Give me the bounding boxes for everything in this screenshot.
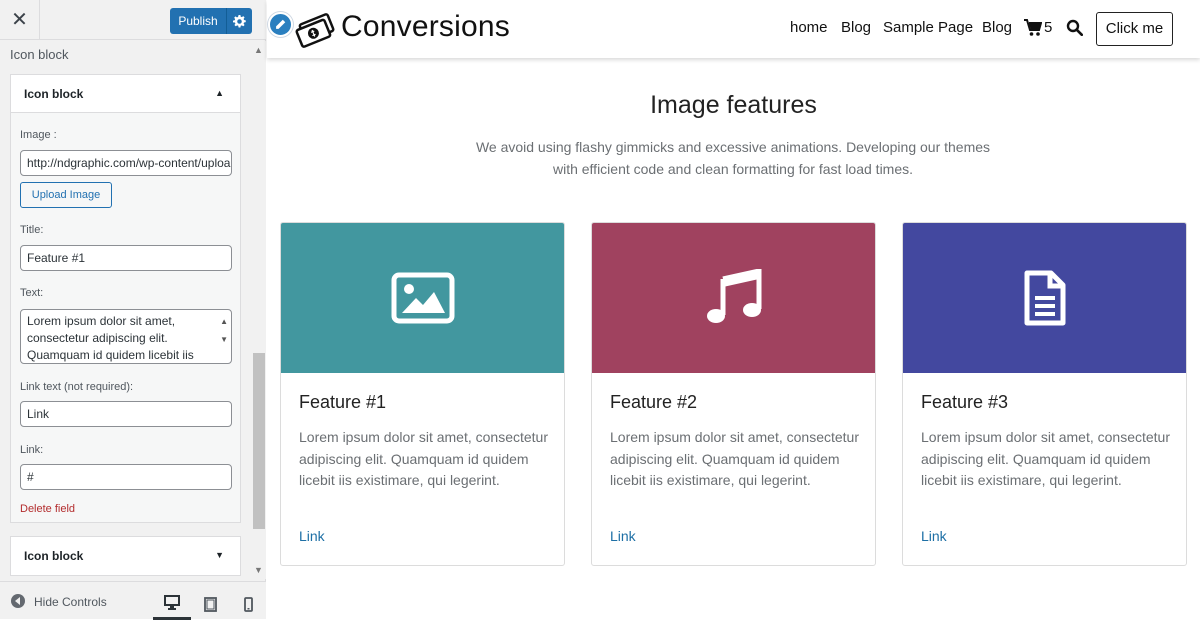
panel-body: Image : http://ndgraphic.com/wp-content/… <box>11 113 240 522</box>
scroll-down-icon[interactable]: ▼ <box>254 565 263 575</box>
document-icon <box>1024 270 1065 326</box>
textarea-line: consectetur adipiscing elit. <box>27 331 168 345</box>
feature-card-title: Feature #1 <box>299 392 387 412</box>
feature-card: Feature #1 Lorem ipsum dolor sit amet, c… <box>280 222 565 566</box>
preview-tablet-button[interactable] <box>191 588 229 620</box>
desktop-icon <box>164 595 180 610</box>
pencil-icon <box>276 19 286 29</box>
image-label: Image : <box>20 129 57 141</box>
section-title: Icon block <box>10 47 69 62</box>
arrow-up-icon: ▲ <box>215 88 224 98</box>
money-logo-icon <box>295 13 335 48</box>
feature-card: Feature #3 Lorem ipsum dolor sit amet, c… <box>902 222 1187 566</box>
cart-icon[interactable] <box>1024 19 1042 37</box>
nav-link-home[interactable]: home <box>790 19 828 36</box>
arrow-down-icon: ▼ <box>215 550 224 560</box>
music-icon <box>706 269 761 323</box>
text-textarea[interactable]: Lorem ipsum dolor sit amet, consectetur … <box>20 309 232 364</box>
close-icon: ✕ <box>11 9 28 31</box>
edit-shortcut-button[interactable] <box>268 12 293 37</box>
publish-button[interactable]: Publish <box>170 8 226 34</box>
nav-link-blog-2[interactable]: Blog <box>982 19 1012 36</box>
feature-card-title: Feature #3 <box>921 392 1009 412</box>
feature-card-link[interactable]: Link <box>299 528 325 544</box>
delete-field-link[interactable]: Delete field <box>20 503 75 515</box>
section-description: We avoid using flashy gimmicks and exces… <box>475 139 991 177</box>
title-label: Title: <box>20 224 44 236</box>
text-label: Text: <box>20 287 44 299</box>
feature-card-link[interactable]: Link <box>921 528 947 544</box>
hide-controls-icon[interactable] <box>11 594 25 608</box>
search-icon[interactable] <box>1066 19 1083 36</box>
preview-desktop-button[interactable] <box>153 588 191 620</box>
nav-link-sample-page[interactable]: Sample Page <box>883 19 973 36</box>
panel-header-label: Icon block <box>24 87 84 101</box>
mobile-icon <box>243 596 253 612</box>
panel-header[interactable]: Icon block ▲ <box>11 75 240 113</box>
upload-image-button[interactable]: Upload Image <box>20 182 112 208</box>
link-text-input[interactable]: Link <box>20 401 232 427</box>
textarea-scroll-icon[interactable]: ▲ ▼ <box>220 313 228 349</box>
scrollbar-thumb[interactable] <box>253 353 265 529</box>
preview-mobile-button[interactable] <box>229 588 267 620</box>
sidebar-scroll-area: Icon block Icon block ▲ Image : http://n… <box>0 41 266 579</box>
feature-card-text: Lorem ipsum dolor sit amet, consectetur … <box>299 429 548 488</box>
image-icon <box>391 272 454 324</box>
link-input[interactable]: # <box>20 464 232 490</box>
panel-header[interactable]: Icon block ▼ <box>11 537 240 575</box>
link-text-label: Link text (not required): <box>20 381 134 393</box>
icon-block-panel-collapsed[interactable]: Icon block ▼ <box>10 536 241 576</box>
image-url-input[interactable]: http://ndgraphic.com/wp-content/uploads <box>20 150 232 176</box>
panel-header-label: Icon block <box>24 549 84 563</box>
site-header: Conversions home Blog Sample Page Blog 5… <box>267 0 1200 58</box>
publish-settings-button[interactable] <box>226 8 252 34</box>
nav-link-blog[interactable]: Blog <box>841 19 871 36</box>
feature-card-image <box>592 223 875 373</box>
arrow-left-icon <box>15 597 20 605</box>
textarea-line: Quamquam id quidem licebit iis <box>27 348 194 362</box>
cart-count[interactable]: 5 <box>1044 19 1052 36</box>
link-label: Link: <box>20 444 44 456</box>
site-preview: Conversions home Blog Sample Page Blog 5… <box>267 0 1200 619</box>
title-input[interactable]: Feature #1 <box>20 245 232 271</box>
textarea-line: Lorem ipsum dolor sit amet, <box>27 314 176 328</box>
sidebar-scrollbar[interactable]: ▲ ▼ <box>252 41 266 579</box>
site-title[interactable]: Conversions <box>341 10 510 44</box>
customizer-sidebar: ✕ Publish Icon block Icon block ▲ Image … <box>0 0 267 620</box>
click-me-button[interactable]: Click me <box>1096 12 1173 46</box>
feature-card-title: Feature #2 <box>610 392 698 412</box>
feature-card-image <box>903 223 1186 373</box>
feature-card-text: Lorem ipsum dolor sit amet, consectetur … <box>610 429 859 488</box>
feature-card-link[interactable]: Link <box>610 528 636 544</box>
feature-card-text: Lorem ipsum dolor sit amet, consectetur … <box>921 429 1170 488</box>
icon-block-panel-expanded: Icon block ▲ Image : http://ndgraphic.co… <box>10 74 241 523</box>
tablet-icon <box>203 596 217 612</box>
sidebar-footer: Hide Controls <box>0 581 267 620</box>
hide-controls-button[interactable]: Hide Controls <box>34 595 107 609</box>
feature-card: Feature #2 Lorem ipsum dolor sit amet, c… <box>591 222 876 566</box>
sidebar-header: ✕ Publish <box>0 0 266 40</box>
feature-card-image <box>281 223 564 373</box>
close-button[interactable]: ✕ <box>0 0 40 40</box>
gear-icon <box>233 14 246 27</box>
section-heading: Image features <box>650 91 817 119</box>
scroll-up-icon[interactable]: ▲ <box>254 45 263 55</box>
